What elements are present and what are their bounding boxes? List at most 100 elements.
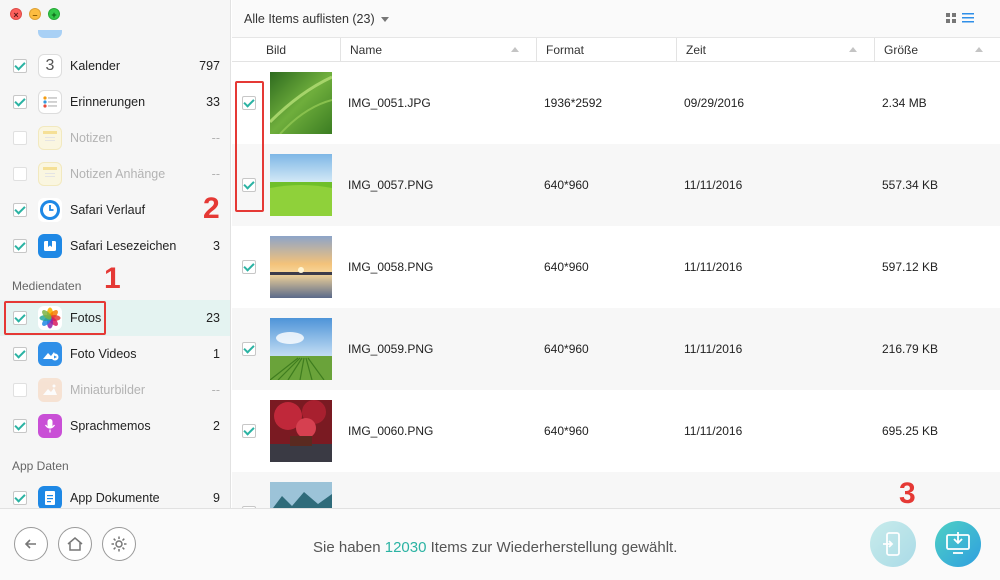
notes-attachments-icon	[38, 162, 62, 186]
sidebar-item-foto-videos[interactable]: Foto Videos 1	[0, 336, 230, 372]
table-row[interactable]: IMG_0060.PNG 640*960 11/11/2016 695.25 K…	[232, 390, 1000, 472]
sidebar-checkbox[interactable]	[13, 95, 27, 109]
sidebar-checkbox[interactable]	[13, 383, 27, 397]
back-icon	[24, 539, 36, 549]
column-header-format[interactable]: Format	[536, 38, 676, 62]
sidebar-item-label: Miniaturbilder	[70, 383, 146, 397]
sidebar-item-safari-lesezeichen[interactable]: Safari Lesezeichen 3	[0, 228, 230, 264]
cell-size: 216.79 KB	[882, 342, 939, 356]
cell-time: 09/29/2016	[684, 96, 745, 110]
sort-icon	[511, 47, 519, 52]
sidebar-checkbox[interactable]	[13, 203, 27, 217]
cell-format: 640*960	[544, 260, 589, 274]
sidebar-item-label: Erinnerungen	[70, 95, 146, 109]
annotation-number-2: 2	[203, 192, 220, 225]
section-label-app-daten: App Daten	[12, 459, 69, 473]
sidebar-checkbox[interactable]	[13, 491, 27, 505]
filter-dropdown-label: Alle Items auflisten (23)	[244, 12, 375, 26]
table-row[interactable]: IMG_0058.PNG 640*960 11/11/2016 597.12 K…	[232, 226, 1000, 308]
section-label-mediendaten: Mediendaten	[12, 279, 82, 293]
minimize-window-button[interactable]: –	[29, 8, 41, 20]
sidebar-item-count: 23	[206, 311, 220, 325]
sidebar-item-app-dokumente[interactable]: App Dokumente 9	[0, 480, 230, 508]
cell-time: 11/11/2016	[684, 342, 743, 356]
sidebar-item-count: 797	[199, 59, 220, 73]
home-button[interactable]	[58, 527, 92, 561]
sidebar-item-safari-verlauf[interactable]: Safari Verlauf	[0, 192, 230, 228]
sidebar-checkbox[interactable]	[13, 167, 27, 181]
sidebar-item-erinnerungen[interactable]: Erinnerungen 33	[0, 84, 230, 120]
safari-bookmarks-icon	[38, 234, 62, 258]
sidebar-item-label: App Dokumente	[70, 491, 160, 505]
table-row[interactable]: IMG_0059.PNG 640*960 11/11/2016 216.79 K…	[232, 308, 1000, 390]
cell-name: IMG_0059.PNG	[348, 342, 434, 356]
sidebar-checkbox[interactable]	[13, 59, 27, 73]
reminders-icon	[38, 90, 62, 114]
list-view-icon[interactable]	[962, 13, 974, 23]
annotation-number-1: 1	[104, 262, 121, 295]
column-header-name[interactable]: Name	[340, 38, 536, 62]
sidebar-item-notizen[interactable]: Notizen --	[0, 120, 230, 156]
sidebar-item-label: Safari Verlauf	[70, 203, 146, 217]
sidebar-item-count: 33	[206, 95, 220, 109]
main-header: Alle Items auflisten (23)	[232, 0, 1000, 38]
sidebar-checkbox[interactable]	[13, 239, 27, 253]
row-checkbox[interactable]	[242, 260, 256, 274]
recover-to-computer-button[interactable]	[935, 521, 981, 567]
thumbnail-field	[270, 318, 332, 380]
table-row[interactable]: IMG_0051.JPG 1936*2592 09/29/2016 2.34 M…	[232, 62, 1000, 144]
filter-dropdown[interactable]: Alle Items auflisten (23)	[244, 12, 389, 26]
cell-name: IMG_0057.PNG	[348, 178, 434, 192]
sidebar-item-notizen-anhaenge[interactable]: Notizen Anhänge --	[0, 156, 230, 192]
maximize-window-button[interactable]: +	[48, 8, 60, 20]
column-header-time[interactable]: Zeit	[676, 38, 874, 62]
cell-time: 11/11/2016	[684, 178, 743, 192]
app-documents-icon	[38, 486, 62, 508]
sidebar-checkbox[interactable]	[13, 347, 27, 361]
table-row[interactable]	[232, 472, 1000, 508]
home-icon	[67, 537, 83, 551]
annotation-box-1	[4, 301, 106, 335]
calendar-icon: 3	[38, 54, 62, 78]
cell-format: 640*960	[544, 178, 589, 192]
annotation-number-3: 3	[899, 477, 916, 510]
voice-memos-icon	[38, 414, 62, 438]
sidebar-item-count: 9	[213, 491, 220, 505]
sidebar-item-sprachmemos[interactable]: Sprachmemos 2	[0, 408, 230, 444]
sidebar: × – + 3 Kalender 797 Erinnerungen 33 Not…	[0, 0, 231, 508]
cell-name: IMG_0060.PNG	[348, 424, 434, 438]
sort-icon	[849, 47, 857, 52]
back-button[interactable]	[14, 527, 48, 561]
row-checkbox[interactable]	[242, 342, 256, 356]
sidebar-item-count: 3	[213, 239, 220, 253]
cell-time: 11/11/2016	[684, 260, 743, 274]
grid-view-icon[interactable]	[946, 13, 956, 23]
sidebar-checkbox[interactable]	[13, 419, 27, 433]
cell-size: 2.34 MB	[882, 96, 927, 110]
sidebar-item-count: 1	[213, 347, 220, 361]
view-toggle	[946, 13, 974, 23]
chevron-down-icon	[380, 17, 389, 23]
thumbnail-meadow	[270, 154, 332, 216]
sidebar-item-kalender[interactable]: 3 Kalender 797	[0, 48, 230, 84]
row-checkbox[interactable]	[242, 424, 256, 438]
sort-icon	[975, 47, 983, 52]
sidebar-item-miniaturbilder[interactable]: Miniaturbilder --	[0, 372, 230, 408]
table-row[interactable]: IMG_0057.PNG 640*960 11/11/2016 557.34 K…	[232, 144, 1000, 226]
cell-size: 695.25 KB	[882, 424, 939, 438]
sidebar-checkbox[interactable]	[13, 131, 27, 145]
notes-icon	[38, 126, 62, 150]
close-window-button[interactable]: ×	[10, 8, 22, 20]
sidebar-item-label: Sprachmemos	[70, 419, 151, 433]
cell-format: 640*960	[544, 342, 589, 356]
sidebar-item-label: Notizen Anhänge	[70, 167, 166, 181]
annotation-box-2	[235, 81, 264, 212]
column-header-size[interactable]: Größe	[874, 38, 1000, 62]
column-header-image[interactable]: Bild	[257, 38, 340, 62]
footer: Sie haben 12030 Items zur Wiederherstell…	[0, 508, 1000, 580]
thumbnail-autumn	[270, 400, 332, 462]
window-controls: × – +	[10, 8, 60, 20]
cell-size: 597.12 KB	[882, 260, 939, 274]
recover-to-device-button[interactable]	[870, 521, 916, 567]
settings-button[interactable]	[102, 527, 136, 561]
